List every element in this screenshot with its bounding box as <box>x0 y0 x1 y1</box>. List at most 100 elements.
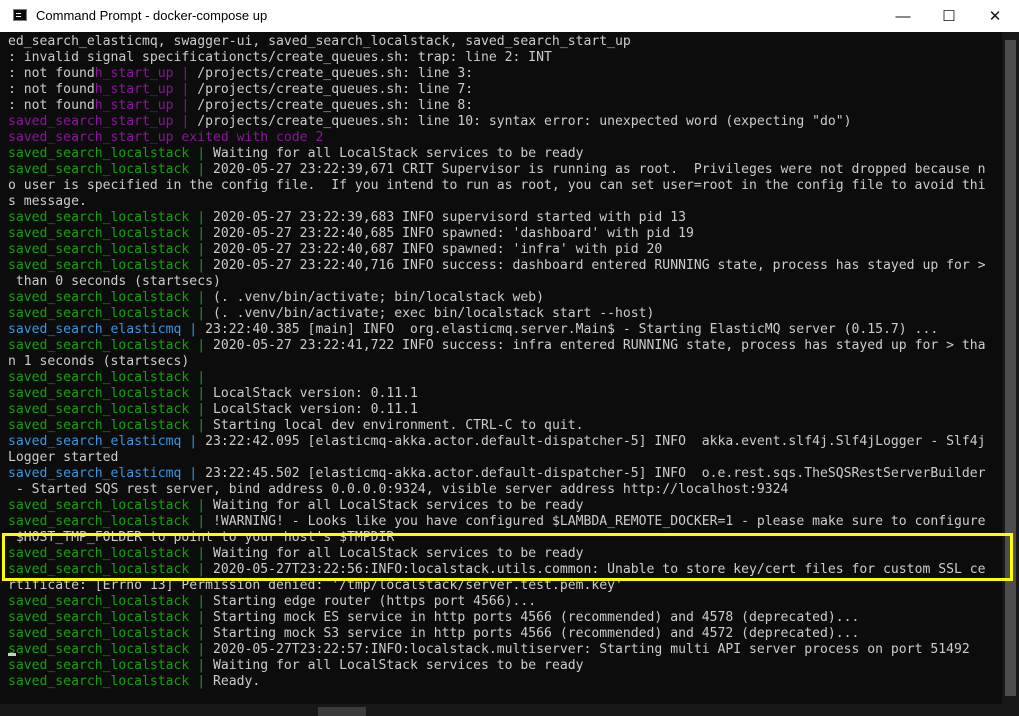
console-line: saved_search_localstack | 2020-05-27 23:… <box>8 338 986 354</box>
console-text-segment: saved_search_localstack | <box>8 642 213 657</box>
console-text-segment: (. .venv/bin/activate; exec bin/localsta… <box>212 306 655 321</box>
console-line: saved_search_elasticmq | 23:22:42.095 [e… <box>8 434 986 450</box>
console-text-segment: 2020-05-27 23:22:39,671 CRIT Supervisor … <box>212 162 986 177</box>
console-text-segment: Logger started <box>8 450 119 465</box>
console-text-segment: ed_search_elasticmq, swagger-ui, saved_s… <box>8 34 631 49</box>
console-text-segment: 23:22:42.095 [elasticmq-akka.actor.defau… <box>205 434 986 449</box>
console-text-segment: saved_search_elasticmq | <box>8 322 206 337</box>
console-text-segment: h_start_up | <box>94 82 198 97</box>
console-line: saved_search_localstack | Starting local… <box>8 418 583 434</box>
console-text-segment: $HOST_TMP_FOLDER to point to your host's… <box>8 530 395 545</box>
console-text-segment: Starting local dev environment. CTRL-C t… <box>212 418 584 433</box>
console-line: Logger started <box>8 450 118 466</box>
console-text-segment: saved_search_localstack | <box>8 546 213 561</box>
console-text-segment: /projects/create_queues.sh: line 7: <box>197 82 474 97</box>
console-text-segment: o user is specified in the config file. … <box>8 178 986 193</box>
title-bar: Command Prompt - docker-compose up — ☐ ✕ <box>0 0 1019 32</box>
console-text-segment: saved_search_localstack | <box>8 146 213 161</box>
console-text-segment: LocalStack version: 0.11.1 <box>212 402 418 417</box>
console-text-segment: s message. <box>8 194 87 209</box>
console-line: saved_search_localstack | Waiting for al… <box>8 546 583 562</box>
console-line: : invalid signal specificationcts/create… <box>8 50 552 66</box>
console-line: saved_search_localstack | 2020-05-27T23:… <box>8 642 970 658</box>
console-line: saved_search_localstack | Starting mock … <box>8 626 859 642</box>
console-text-segment: saved_search_localstack | <box>8 226 213 241</box>
console-text-segment: saved_search_localstack | <box>8 498 213 513</box>
console-line: saved_search_localstack | (. .venv/bin/a… <box>8 306 654 322</box>
console-text-segment: 23:22:40.385 [main] INFO org.elasticmq.s… <box>205 322 939 337</box>
console-text-segment: Starting edge router (https port 4566)..… <box>212 594 537 609</box>
console-text-segment: Ready. <box>212 674 261 689</box>
console-text-segment: !WARNING! - Looks like you have configur… <box>212 514 986 529</box>
console-line: saved_search_localstack | LocalStack ver… <box>8 402 418 418</box>
console-line: saved_search_localstack | 2020-05-27T23:… <box>8 562 986 578</box>
console-text-segment: saved_search_localstack | <box>8 162 213 177</box>
console-line: saved_search_localstack | LocalStack ver… <box>8 386 418 402</box>
console-line: saved_search_localstack | <box>8 370 213 386</box>
console-text-segment: LocalStack version: 0.11.1 <box>212 386 418 401</box>
console-text-segment: Waiting for all LocalStack services to b… <box>212 146 584 161</box>
window-title: Command Prompt - docker-compose up <box>36 8 268 23</box>
console-text-segment: saved_search_localstack | <box>8 386 213 401</box>
console-line: - Started SQS rest server, bind address … <box>8 482 789 498</box>
console-line: n 1 seconds (startsecs) <box>8 354 189 370</box>
console-text-segment: saved_search_elasticmq | <box>8 466 206 481</box>
console-line: saved_search_localstack | !WARNING! - Lo… <box>8 514 986 530</box>
horizontal-scrollbar[interactable] <box>0 704 1019 716</box>
console-text-segment: Waiting for all LocalStack services to b… <box>212 546 584 561</box>
console-line: saved_search_localstack | 2020-05-27 23:… <box>8 162 986 178</box>
console-line: saved_search_start_up | /projects/create… <box>8 114 852 130</box>
console-text-segment: saved_search_localstack | <box>8 290 213 305</box>
console-text-segment: saved_search_localstack | <box>8 338 213 353</box>
console-text-segment: saved_search_localstack | <box>8 610 213 625</box>
console-text-segment: saved_search_localstack | <box>8 626 213 641</box>
console-text-segment: /projects/create_queues.sh: line 8: <box>197 98 474 113</box>
console-text-segment: (. .venv/bin/activate; bin/localstack we… <box>212 290 545 305</box>
console-line: saved_search_start_up exited with code 2 <box>8 130 323 146</box>
minimize-button[interactable]: — <box>880 0 926 32</box>
vertical-scroll-thumb[interactable] <box>1005 40 1016 696</box>
console-text-segment: saved_search_localstack | <box>8 242 213 257</box>
console-text-segment: n 1 seconds (startsecs) <box>8 354 190 369</box>
text-cursor <box>8 653 16 656</box>
console-line: saved_search_localstack | Starting mock … <box>8 610 859 626</box>
console-text-segment: saved_search_start_up | <box>8 114 198 129</box>
console-line: $HOST_TMP_FOLDER to point to your host's… <box>8 530 394 546</box>
console-text-segment: : invalid signal specificationcts/create… <box>8 50 552 65</box>
console-text-segment: : not found <box>8 82 95 97</box>
console-output[interactable]: ed_search_elasticmq, swagger-ui, saved_s… <box>0 32 1000 704</box>
console-text-segment: 2020-05-27 23:22:40,687 INFO spawned: 'i… <box>212 242 663 257</box>
console-text-segment: 2020-05-27 23:22:41,722 INFO success: in… <box>212 338 986 353</box>
console-line: than 0 seconds (startsecs) <box>8 274 221 290</box>
console-line: saved_search_localstack | Ready. <box>8 674 260 690</box>
maximize-button[interactable]: ☐ <box>926 0 972 32</box>
console-text-segment: Waiting for all LocalStack services to b… <box>212 498 584 513</box>
console-text-segment: 2020-05-27T23:22:57:INFO:localstack.mult… <box>212 642 970 657</box>
console-line: rtificate: [Errno 13] Permission denied:… <box>8 578 623 594</box>
console-line: saved_search_localstack | Waiting for al… <box>8 146 583 162</box>
console-text-segment: saved_search_elasticmq | <box>8 434 206 449</box>
horizontal-scroll-thumb[interactable] <box>318 707 366 716</box>
console-text-segment: h_start_up | <box>94 66 198 81</box>
console-text-segment: saved_search_localstack | <box>8 674 213 689</box>
console-text-segment: /projects/create_queues.sh: line 3: <box>197 66 474 81</box>
console-text-segment: 23:22:45.502 [elasticmq-akka.actor.defau… <box>205 466 986 481</box>
console-line: : not foundh_start_up | /projects/create… <box>8 82 473 98</box>
console-text-segment: : not found <box>8 66 95 81</box>
console-text-segment: Starting mock S3 service in http ports 4… <box>212 626 860 641</box>
console-text-segment: 2020-05-27 23:22:39,683 INFO supervisord… <box>212 210 686 225</box>
console-line: saved_search_localstack | Waiting for al… <box>8 498 583 514</box>
console-line: saved_search_localstack | (. .venv/bin/a… <box>8 290 544 306</box>
console-text-segment: saved_search_localstack | <box>8 514 213 529</box>
console-line: saved_search_elasticmq | 23:22:40.385 [m… <box>8 322 938 338</box>
console-text-segment: /projects/create_queues.sh: line 10: syn… <box>197 114 852 129</box>
command-prompt-icon <box>13 9 27 21</box>
console-text-segment: saved_search_localstack | <box>8 258 213 273</box>
console-text-segment: saved_search_localstack | <box>8 658 213 673</box>
console-line: saved_search_localstack | Waiting for al… <box>8 658 583 674</box>
console-line: ed_search_elasticmq, swagger-ui, saved_s… <box>8 34 631 50</box>
console-line: : not foundh_start_up | /projects/create… <box>8 66 473 82</box>
console-line: saved_search_localstack | Starting edge … <box>8 594 536 610</box>
close-button[interactable]: ✕ <box>972 0 1018 32</box>
console-text-segment: 2020-05-27 23:22:40,685 INFO spawned: 'd… <box>212 226 694 241</box>
